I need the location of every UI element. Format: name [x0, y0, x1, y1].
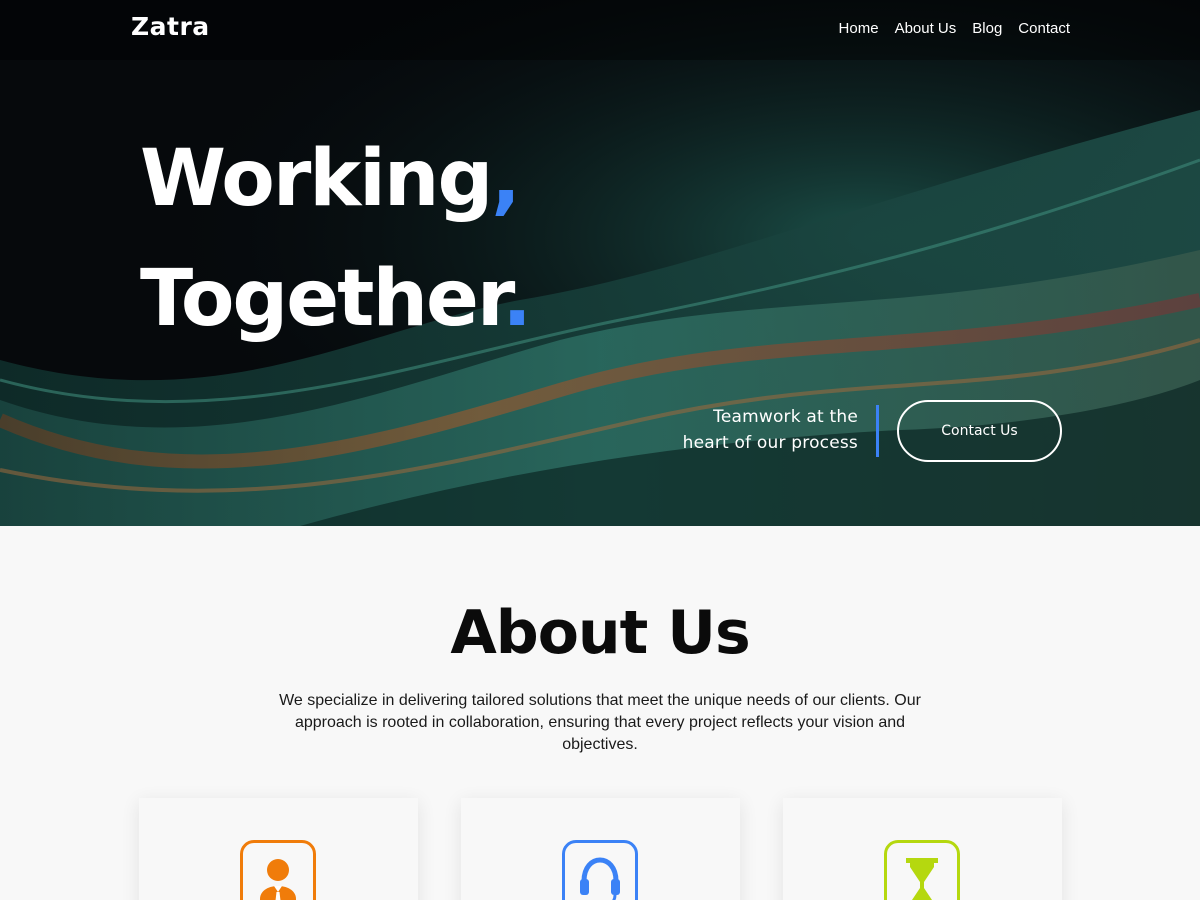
- about-description: We specialize in delivering tailored sol…: [279, 692, 921, 753]
- headset-icon-frame: [562, 840, 638, 900]
- nav-item-blog[interactable]: Blog: [972, 20, 1002, 37]
- nav-item-about-us[interactable]: About Us: [895, 20, 957, 37]
- hero-headline-word2: Together: [140, 254, 504, 344]
- feature-card-1: [139, 798, 418, 900]
- tagline-divider: [876, 405, 879, 457]
- hero-headline-line2: Together.: [140, 260, 532, 338]
- brand-logo[interactable]: Zatra: [131, 12, 210, 41]
- person-icon-frame: [240, 840, 316, 900]
- hero-tagline-line1: Teamwork at the: [713, 407, 858, 427]
- hero-headline-word1: Working: [140, 134, 493, 224]
- hero-headline-accent1: ,: [491, 134, 521, 224]
- header-bar: Zatra Home About Us Blog Contact: [0, 0, 1200, 60]
- contact-us-button[interactable]: Contact Us: [897, 400, 1062, 462]
- hourglass-icon-frame: [884, 840, 960, 900]
- headset-icon: [580, 857, 620, 900]
- hourglass-icon: [906, 858, 938, 900]
- hero-section: Zatra Home About Us Blog Contact Working…: [0, 0, 1200, 526]
- nav-item-contact[interactable]: Contact: [1018, 20, 1070, 37]
- feature-card-3: [783, 798, 1062, 900]
- feature-card-2: [461, 798, 740, 900]
- hero-tagline: Teamwork at the heart of our process: [683, 404, 858, 456]
- about-title: About Us: [450, 598, 750, 668]
- person-icon: [260, 859, 296, 900]
- hero-headline-line1: Working,: [140, 140, 521, 218]
- nav-item-home[interactable]: Home: [839, 20, 879, 37]
- hero-tagline-line2: heart of our process: [682, 433, 858, 453]
- main-nav: Home About Us Blog Contact: [839, 20, 1070, 37]
- hero-headline-accent2: .: [502, 254, 532, 344]
